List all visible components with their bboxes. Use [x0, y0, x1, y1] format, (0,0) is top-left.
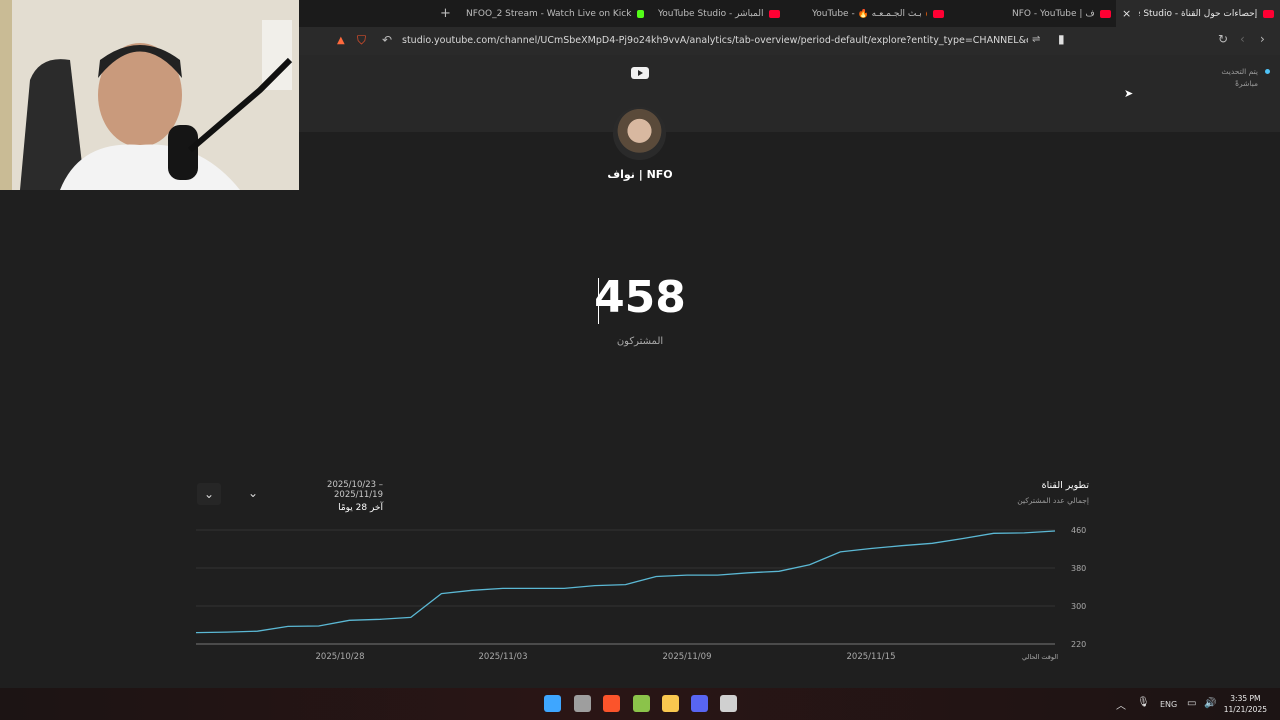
- y-tick-label: 380: [1071, 564, 1086, 573]
- microphone-icon[interactable]: 🎙: [1137, 697, 1150, 708]
- clock-time: 3:35 PM: [1230, 694, 1261, 703]
- x-tick-label: 2025/10/28: [316, 652, 365, 662]
- y-tick-label: 220: [1071, 640, 1086, 649]
- app-green-icon[interactable]: [633, 695, 650, 712]
- x-tick-label: 2025/11/03: [479, 652, 528, 662]
- x-tick-label: 2025/11/15: [847, 652, 896, 662]
- network-icon[interactable]: ▭: [1187, 698, 1196, 709]
- obs-icon[interactable]: [720, 695, 737, 712]
- tray-overflow-icon[interactable]: ︿: [1116, 697, 1126, 712]
- system-clock[interactable]: 3:35 PM 11/21/2025: [1224, 693, 1267, 715]
- y-tick-label: 460: [1071, 526, 1086, 535]
- file-explorer-icon[interactable]: [662, 695, 679, 712]
- x-tick-label: الوقت الحالي: [1022, 653, 1058, 661]
- subscriber-line-chart: 460 380 300 220 2025/10/28 2025/11/03 2025/11/…: [195, 526, 1086, 662]
- brave-browser-icon[interactable]: [603, 695, 620, 712]
- task-view-icon[interactable]: [574, 695, 591, 712]
- start-button-icon[interactable]: [544, 695, 561, 712]
- discord-icon[interactable]: [691, 695, 708, 712]
- subscriber-series-line[interactable]: [195, 530, 1056, 634]
- clock-date: 11/21/2025: [1223, 705, 1267, 714]
- volume-icon[interactable]: 🔊: [1204, 698, 1216, 709]
- x-tick-label: 2025/11/09: [663, 652, 712, 662]
- language-indicator[interactable]: ENG: [1160, 700, 1177, 709]
- y-tick-label: 300: [1071, 602, 1086, 611]
